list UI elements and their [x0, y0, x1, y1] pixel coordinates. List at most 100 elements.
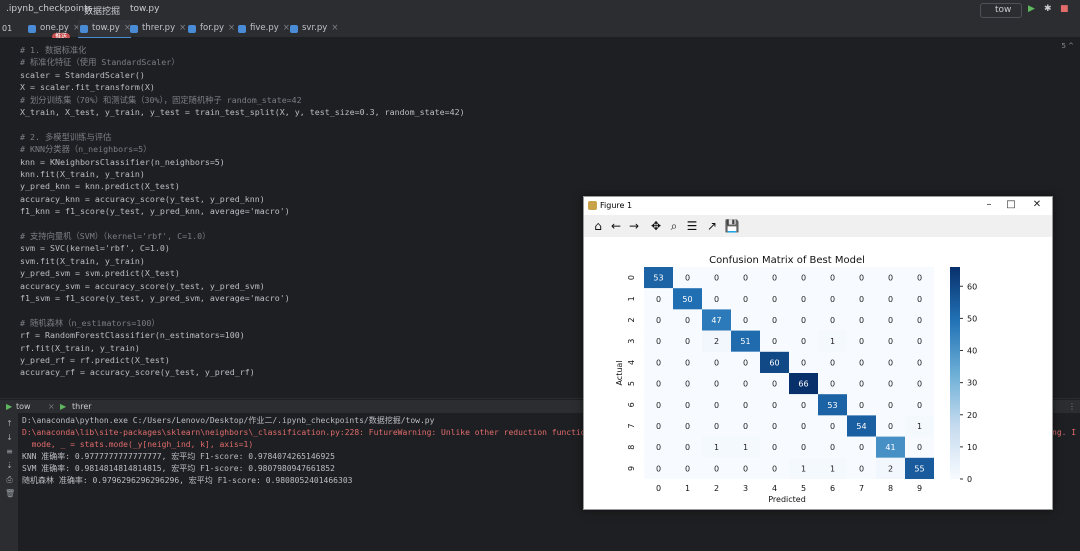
code-line[interactable]: # 划分训练集（70%）和测试集（30%），固定随机种子 random_stat… — [20, 94, 302, 106]
code-line[interactable]: scaler = StandardScaler() — [20, 69, 145, 81]
breadcrumb-file[interactable]: tow.py — [130, 4, 159, 14]
code-line[interactable]: # KNN分类器（n_neighbors=5） — [20, 143, 151, 155]
maximize-icon[interactable]: □ — [1004, 199, 1018, 210]
cell-value-label: 2 — [714, 337, 719, 346]
code-line[interactable]: y_pred_rf = rf.predict(X_test) — [20, 354, 170, 366]
tab-threr[interactable]: threr.py × — [128, 20, 186, 37]
debug-icon[interactable]: ✱ — [1044, 4, 1052, 14]
cell-value-label: 0 — [917, 274, 922, 283]
console-line: KNN 准确率: 0.9777777777777777, 宏平均 F1-scor… — [22, 452, 335, 461]
code-line[interactable]: y_pred_knn = knn.predict(X_test) — [20, 180, 180, 192]
code-line[interactable]: y_pred_svm = svm.predict(X_test) — [20, 267, 180, 279]
minimize-icon[interactable]: – — [982, 199, 996, 210]
cell-value-label: 0 — [859, 380, 864, 389]
code-line[interactable]: # 标准化特征（使用 StandardScaler） — [20, 56, 180, 68]
close-icon[interactable]: ✕ — [1030, 199, 1044, 210]
cell-value-label: 0 — [714, 295, 719, 304]
forward-icon[interactable]: → — [626, 218, 642, 234]
code-line[interactable]: # 支持向量机（SVM）（kernel='rbf', C=1.0） — [20, 230, 210, 242]
run-tab-threr[interactable]: threr — [72, 402, 92, 411]
cell-value-label: 0 — [772, 316, 777, 325]
colorbar-tick-label: 0 — [967, 475, 972, 484]
y-tick-label: 1 — [627, 296, 636, 301]
breadcrumb-path[interactable]: .ipynb_checkpoints — [6, 4, 92, 14]
code-line[interactable]: rf.fit(X_train, y_train) — [20, 342, 140, 354]
cell-value-label: 0 — [656, 422, 661, 431]
cell-value-label: 0 — [772, 295, 777, 304]
console-toolbar: ↑ ↓ ≡ ⇣ ⎙ 🗑 — [0, 413, 18, 551]
run-tab-tow[interactable]: tow — [16, 402, 31, 411]
close-icon[interactable]: × — [48, 402, 55, 411]
figure-toolbar: ⌂ ← → ✥ ⌕ ☰ ↗ 💾 — [584, 215, 1052, 237]
print-icon[interactable]: ⎙ — [5, 475, 14, 484]
code-line[interactable]: f1_knn = f1_score(y_test, y_pred_knn, av… — [20, 205, 290, 217]
code-line[interactable]: knn = KNeighborsClassifier(n_neighbors=5… — [20, 156, 225, 168]
code-line[interactable]: X_train, X_test, y_train, y_test = train… — [20, 106, 465, 118]
code-line[interactable]: svm = SVC(kernel='rbf', C=1.0) — [20, 242, 170, 254]
cell-value-label: 0 — [859, 401, 864, 410]
breadcrumb-folder[interactable]: 数据挖掘 — [84, 4, 120, 17]
cell-value-label: 53 — [653, 274, 663, 283]
cell-value-label: 0 — [685, 274, 690, 283]
delete-icon[interactable]: 🗑 — [5, 489, 15, 498]
run-icon[interactable]: ▶ — [1028, 4, 1035, 14]
y-tick-label: 4 — [627, 360, 636, 365]
tab-svr[interactable]: svr.py × — [288, 20, 338, 37]
colorbar-ticks: 0 10 20 30 40 50 60 — [960, 282, 977, 484]
wrap-icon[interactable]: ≡ — [5, 447, 14, 456]
cell-value-label: 50 — [682, 295, 692, 304]
code-line[interactable]: # 随机森林（n_estimators=100） — [20, 317, 160, 329]
close-icon[interactable]: × — [331, 23, 338, 33]
cell-value-label: 0 — [685, 380, 690, 389]
cell-value-label: 0 — [801, 316, 806, 325]
code-line[interactable]: f1_svm = f1_score(y_test, y_pred_svm, av… — [20, 292, 290, 304]
code-line[interactable]: knn.fit(X_train, y_train) — [20, 168, 145, 180]
back-icon[interactable]: ← — [608, 218, 624, 234]
cell-value-label: 0 — [917, 316, 922, 325]
code-line[interactable]: X = scaler.fit_transform(X) — [20, 81, 155, 93]
code-line[interactable]: rf = RandomForestClassifier(n_estimators… — [20, 329, 245, 341]
run-config-select[interactable]: tow — [980, 3, 1022, 18]
figure-window: Figure 1 – □ ✕ ⌂ ← → ✥ ⌕ ☰ ↗ 💾 Confusion… — [583, 196, 1053, 510]
down-arrow-icon[interactable]: ↓ — [5, 433, 14, 442]
cell-value-label: 0 — [917, 401, 922, 410]
zoom-icon[interactable]: ⌕ — [666, 218, 682, 234]
cell-value-label: 0 — [801, 422, 806, 431]
colorbar-tick-label: 50 — [967, 314, 977, 323]
cell-value-label: 0 — [830, 358, 835, 367]
code-line[interactable]: # 1. 数据标准化 — [20, 44, 86, 56]
close-icon[interactable]: × — [228, 23, 235, 33]
cell-value-label: 0 — [656, 380, 661, 389]
tab-five[interactable]: five.py × — [236, 20, 290, 37]
inspection-hint[interactable]: 5 ^ — [1061, 42, 1074, 50]
more-icon[interactable]: ⋮ — [1068, 402, 1076, 411]
cell-value-label: 0 — [772, 380, 777, 389]
cell-value-label: 0 — [859, 358, 864, 367]
cell-value-label: 0 — [830, 380, 835, 389]
cell-value-label: 0 — [714, 401, 719, 410]
edit-axis-icon[interactable]: ↗ — [704, 218, 720, 234]
code-line[interactable]: accuracy_rf = accuracy_score(y_test, y_p… — [20, 366, 255, 378]
colorbar-tick-label: 30 — [967, 379, 977, 388]
y-axis-label: Actual — [615, 360, 624, 385]
code-line[interactable]: svm.fit(X_train, y_train) — [20, 255, 145, 267]
save-icon[interactable]: 💾 — [724, 218, 740, 234]
stop-icon[interactable]: ■ — [1060, 4, 1069, 14]
code-line[interactable]: accuracy_knn = accuracy_score(y_test, y_… — [20, 193, 265, 205]
cell-value-label: 0 — [656, 295, 661, 304]
code-line[interactable]: accuracy_svm = accuracy_score(y_test, y_… — [20, 280, 265, 292]
tab-tow[interactable]: tow.py × — [78, 20, 131, 39]
colorbar-tick-label: 40 — [967, 347, 977, 356]
code-line[interactable]: # 2. 多模型训练与评估 — [20, 131, 111, 143]
home-icon[interactable]: ⌂ — [590, 218, 606, 234]
figure-app-icon — [588, 201, 597, 210]
figure-canvas: Confusion Matrix of Best Model Predicted… — [584, 237, 1052, 509]
up-arrow-icon[interactable]: ↑ — [5, 419, 14, 428]
scroll-end-icon[interactable]: ⇣ — [5, 461, 14, 470]
cell-value-label: 55 — [914, 464, 924, 473]
tab-for[interactable]: for.py × — [186, 20, 235, 37]
configure-subplots-icon[interactable]: ☰ — [684, 218, 700, 234]
pan-icon[interactable]: ✥ — [648, 218, 664, 234]
cell-value-label: 0 — [801, 337, 806, 346]
cell-value-label: 1 — [801, 464, 806, 473]
